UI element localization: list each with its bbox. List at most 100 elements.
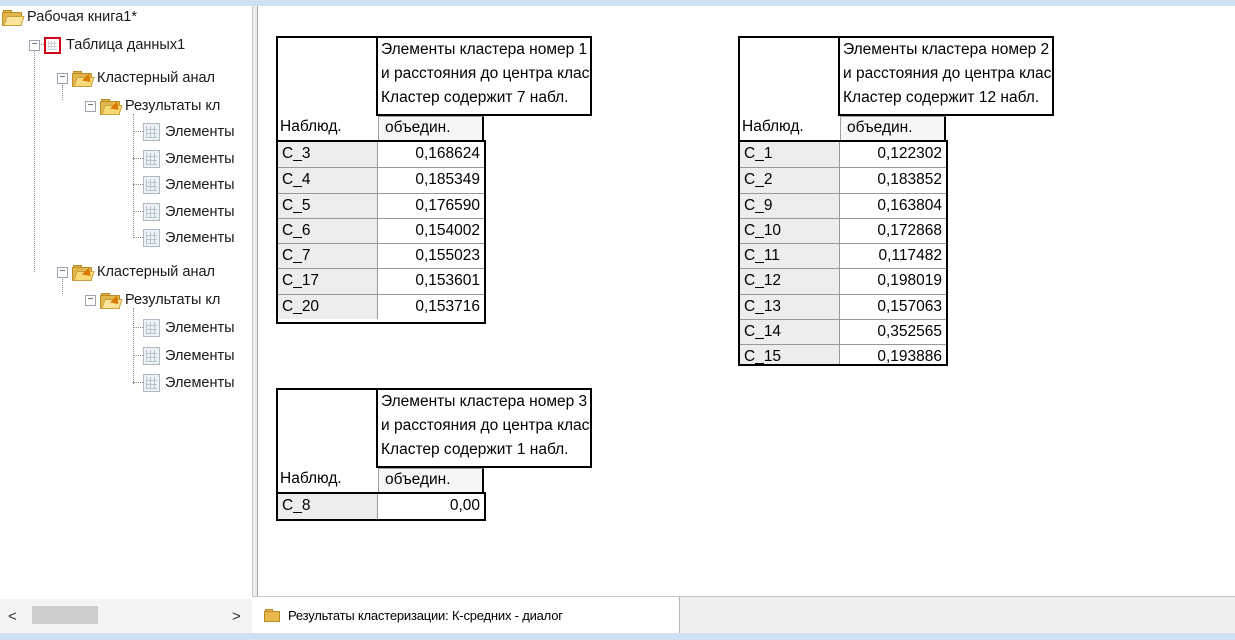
tree-item-label: Результаты кл	[125, 292, 221, 308]
table-row[interactable]: C_14 0,352565	[740, 319, 946, 345]
tree-item-label: Таблица данных1	[66, 37, 186, 53]
title-line: Элементы кластера номер 1 (Таблиц	[381, 41, 590, 58]
row-value: 0,183852	[877, 171, 942, 189]
scroll-left-arrow-icon[interactable]: <	[8, 608, 17, 625]
cluster-3-title: Элементы кластера номер 3 (Таблиц и расс…	[376, 388, 592, 468]
collapse-toggle[interactable]: −	[85, 101, 96, 112]
row-value: 0,163804	[877, 196, 942, 214]
row-name: C_8	[278, 494, 378, 519]
tree-item-label: Элементы	[165, 151, 235, 167]
tree-item-elements[interactable]: Элементы	[143, 372, 235, 394]
row-name: C_11	[740, 244, 840, 269]
tree-connector	[133, 308, 134, 384]
tree-item-elements[interactable]: Элементы	[143, 174, 235, 196]
title-line: Кластер содержит 1 набл.	[381, 441, 569, 458]
row-name: C_2	[740, 168, 840, 193]
table-row[interactable]: C_11 0,117482	[740, 243, 946, 269]
tree-item-label: Элементы	[165, 230, 235, 246]
table-row[interactable]: C_3 0,168624	[278, 142, 484, 168]
table-row[interactable]: C_12 0,198019	[740, 268, 946, 294]
tab-kmeans-results[interactable]: Результаты кластеризации: К-средних - ди…	[252, 597, 680, 633]
table-row[interactable]: C_7 0,155023	[278, 243, 484, 269]
obs-column-header: Наблюд.	[280, 118, 342, 135]
tree-item-elements[interactable]: Элементы	[143, 201, 235, 223]
tree-horizontal-scrollbar[interactable]: < >	[0, 599, 252, 633]
row-value: 0,153601	[415, 272, 480, 290]
row-name: C_13	[740, 294, 840, 320]
title-line: и расстояния до центра кластера.	[843, 65, 1052, 82]
spreadsheet-icon	[143, 319, 160, 337]
tree-item-label: Элементы	[165, 124, 235, 140]
cluster-1-data: C_3 0,168624 C_4 0,185349 C_5 0,176590 C_6 0…	[276, 140, 486, 324]
tree-item-cluster-analysis-1[interactable]: Кластерный анал	[72, 67, 215, 89]
tree-item-elements[interactable]: Элементы	[143, 227, 235, 249]
results-workbook-view: Элементы кластера номер 1 (Таблиц и расс…	[258, 6, 1235, 596]
table-row[interactable]: C_5 0,176590	[278, 192, 484, 218]
tree-item-workbook[interactable]: Рабочая книга1*	[2, 6, 137, 28]
table-row[interactable]: C_15 0,193886	[740, 344, 946, 364]
row-value: 0,153716	[415, 297, 480, 315]
scrollbar-thumb[interactable]	[32, 606, 98, 624]
row-name: C_6	[278, 218, 378, 244]
table-row[interactable]: C_20 0,153716	[278, 293, 484, 320]
collapse-toggle[interactable]: −	[29, 40, 40, 51]
spreadsheet-icon	[143, 150, 160, 168]
tree-item-cluster-analysis-2[interactable]: Кластерный анал	[72, 261, 215, 283]
table-row[interactable]: C_6 0,154002	[278, 217, 484, 244]
cluster-3-table: Элементы кластера номер 3 (Таблиц и расс…	[276, 388, 592, 522]
spreadsheet-icon	[143, 176, 160, 194]
title-line: Элементы кластера номер 2 (Таблиц	[843, 41, 1052, 58]
cluster-1-title: Элементы кластера номер 1 (Таблиц и расс…	[376, 36, 592, 116]
table-row[interactable]: C_17 0,153601	[278, 268, 484, 294]
row-name: C_17	[278, 269, 378, 294]
collapse-toggle[interactable]: −	[57, 267, 68, 278]
tree-item-results-2[interactable]: Результаты кл	[100, 289, 220, 311]
value-column-header: объедин.	[378, 116, 484, 140]
table-row[interactable]: C_9 0,163804	[740, 192, 946, 218]
row-value: 0,122302	[877, 145, 942, 162]
row-value: 0,154002	[415, 221, 480, 239]
table-row[interactable]: C_8 0,00	[278, 494, 484, 519]
sheet-tab-bar: Результаты кластеризации: К-средних - ди…	[252, 596, 1235, 633]
tree-item-elements[interactable]: Элементы	[143, 345, 235, 367]
workbook-tree[interactable]: Рабочая книга1* − Таблица данных1 − Клас…	[0, 6, 252, 596]
tree-item-label: Элементы	[165, 177, 235, 193]
tree-item-datasheet[interactable]: Таблица данных1	[44, 34, 185, 56]
collapse-toggle[interactable]: −	[57, 73, 68, 84]
tree-item-elements[interactable]: Элементы	[143, 148, 235, 170]
row-name: C_20	[278, 294, 378, 320]
tree-item-label: Кластерный анал	[97, 70, 215, 86]
spreadsheet-icon	[143, 374, 160, 392]
table-row[interactable]: C_1 0,122302	[740, 142, 946, 168]
tree-item-results-1[interactable]: Результаты кл	[100, 95, 220, 117]
window-bottom-strip	[0, 633, 1235, 640]
table-row[interactable]: C_4 0,185349	[278, 167, 484, 193]
collapse-toggle[interactable]: −	[85, 295, 96, 306]
results-folder-icon	[100, 292, 123, 309]
analysis-folder-icon	[72, 70, 95, 87]
tree-item-elements[interactable]: Элементы	[143, 317, 235, 339]
spreadsheet-icon	[143, 123, 160, 141]
table-row[interactable]: C_2 0,183852	[740, 167, 946, 193]
scroll-right-arrow-icon[interactable]: >	[232, 608, 241, 625]
row-value: 0,352565	[877, 323, 942, 341]
row-value: 0,198019	[877, 272, 942, 290]
row-value: 0,168624	[415, 145, 480, 162]
row-name: C_15	[740, 345, 840, 364]
title-line: Элементы кластера номер 3 (Таблиц	[381, 393, 590, 410]
row-name: C_4	[278, 168, 378, 193]
obs-column-header: Наблюд.	[280, 470, 342, 487]
row-value: 0,117482	[878, 247, 943, 265]
table-row[interactable]: C_10 0,172868	[740, 217, 946, 244]
analysis-folder-icon	[72, 264, 95, 281]
row-name: C_5	[278, 193, 378, 218]
tree-connector	[34, 40, 35, 272]
tree-item-elements[interactable]: Элементы	[143, 121, 235, 143]
tree-item-label: Рабочая книга1*	[27, 9, 137, 25]
tree-connector	[133, 211, 143, 212]
row-value: 0,176590	[415, 196, 480, 214]
cluster-3-data: C_8 0,00	[276, 492, 486, 521]
obs-column-header: Наблюд.	[742, 118, 804, 135]
table-row[interactable]: C_13 0,157063	[740, 293, 946, 320]
datasheet-icon	[44, 36, 61, 54]
